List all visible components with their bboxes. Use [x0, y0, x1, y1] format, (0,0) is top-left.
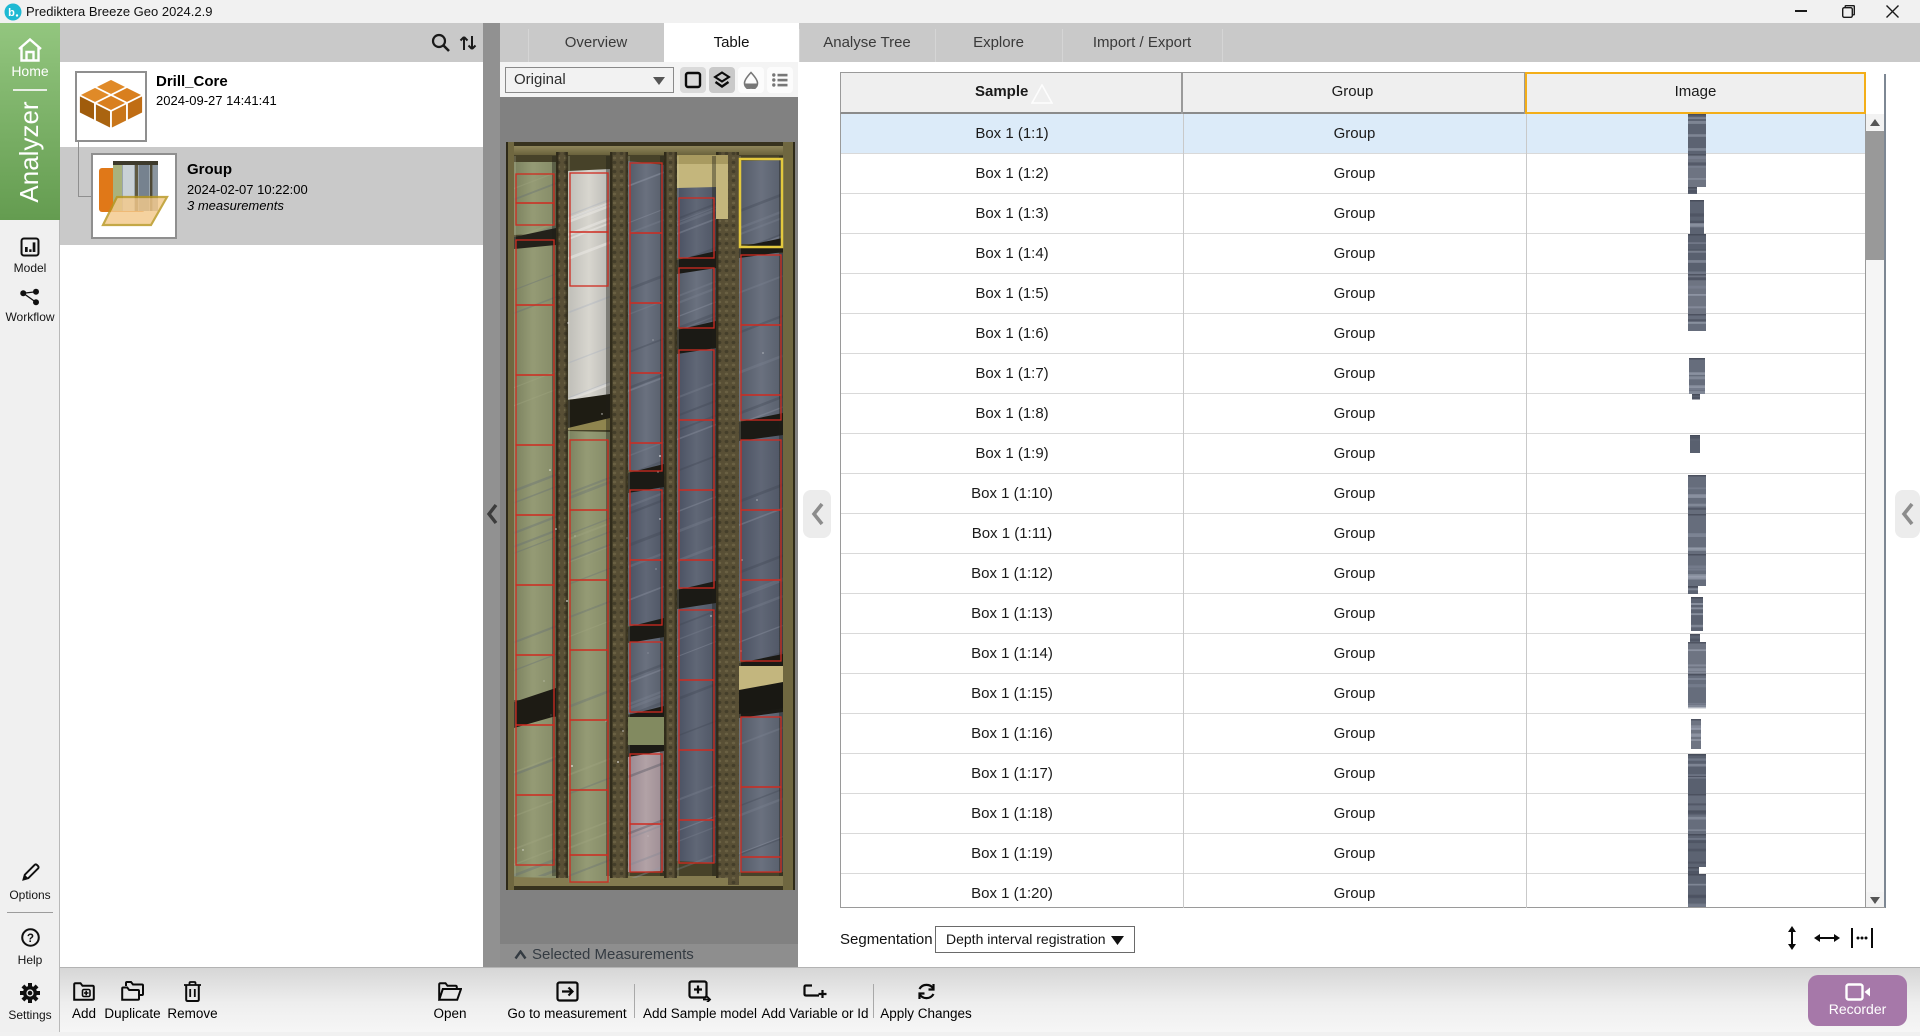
svg-text:?: ?	[26, 932, 33, 945]
svg-text:b: b	[8, 7, 15, 19]
